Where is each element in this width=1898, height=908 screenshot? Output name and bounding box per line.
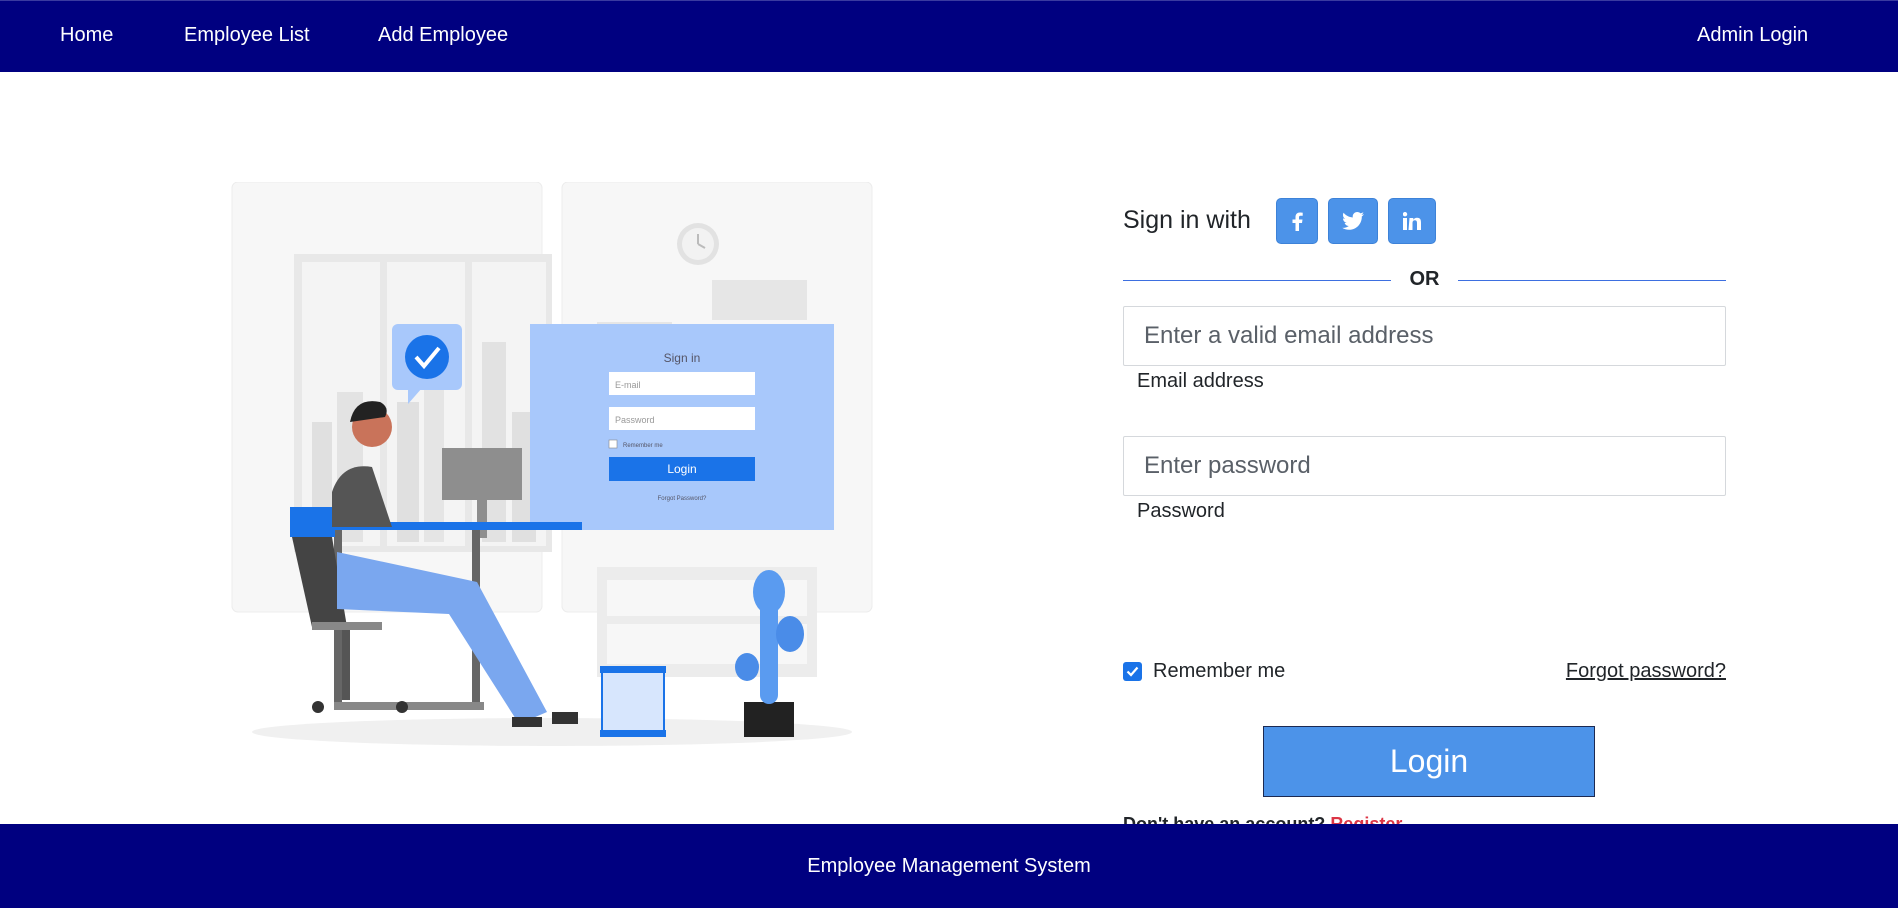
login-illustration: Sign in E-mail Password Remember me Logi… bbox=[231, 182, 873, 746]
twitter-icon bbox=[1342, 212, 1364, 230]
card-signin-title: Sign in bbox=[664, 351, 701, 365]
card-login-text: Login bbox=[667, 462, 696, 476]
linkedin-icon bbox=[1403, 212, 1421, 230]
top-navbar: Home Employee List Add Employee Admin Lo… bbox=[0, 0, 1898, 72]
twitter-button[interactable] bbox=[1328, 198, 1378, 244]
email-input[interactable] bbox=[1123, 306, 1726, 366]
or-divider: OR bbox=[1123, 268, 1726, 292]
footer: Employee Management System bbox=[0, 824, 1898, 908]
divider-line-right bbox=[1458, 280, 1726, 281]
remember-me-checkbox[interactable] bbox=[1123, 662, 1142, 681]
facebook-button[interactable] bbox=[1276, 198, 1318, 244]
remember-forgot-row: Remember me Forgot password? bbox=[1123, 660, 1726, 684]
nav-add-employee-link[interactable]: Add Employee bbox=[378, 24, 508, 47]
footer-text: Employee Management System bbox=[807, 854, 1091, 877]
wastebasket-icon bbox=[600, 666, 666, 737]
card-password-text: Password bbox=[615, 415, 655, 425]
nav-employee-list-link[interactable]: Employee List bbox=[184, 24, 310, 47]
card-remember-text: Remember me bbox=[623, 443, 663, 449]
card-email-text: E-mail bbox=[615, 380, 641, 390]
social-signin-row: Sign in with bbox=[1123, 198, 1726, 244]
facebook-icon bbox=[1292, 212, 1303, 231]
password-input[interactable] bbox=[1123, 436, 1726, 496]
card-forgot-text: Forgot Password? bbox=[658, 496, 707, 502]
login-button[interactable]: Login bbox=[1263, 726, 1595, 797]
nav-home-link[interactable]: Home bbox=[60, 24, 113, 47]
main-content: Sign in E-mail Password Remember me Logi… bbox=[0, 72, 1898, 834]
checkmark-icon bbox=[1126, 666, 1139, 677]
email-label: Email address bbox=[1137, 370, 1264, 392]
clock-icon bbox=[677, 223, 719, 265]
wall-frame bbox=[712, 280, 807, 320]
forgot-password-link[interactable]: Forgot password? bbox=[1566, 660, 1726, 683]
sign-in-card-graphic: Sign in E-mail Password Remember me Logi… bbox=[530, 324, 834, 530]
linkedin-button[interactable] bbox=[1388, 198, 1436, 244]
remember-me-label[interactable]: Remember me bbox=[1153, 660, 1285, 683]
password-label: Password bbox=[1137, 500, 1225, 522]
sign-in-with-label: Sign in with bbox=[1123, 206, 1251, 234]
nav-admin-login-link[interactable]: Admin Login bbox=[1697, 24, 1808, 47]
